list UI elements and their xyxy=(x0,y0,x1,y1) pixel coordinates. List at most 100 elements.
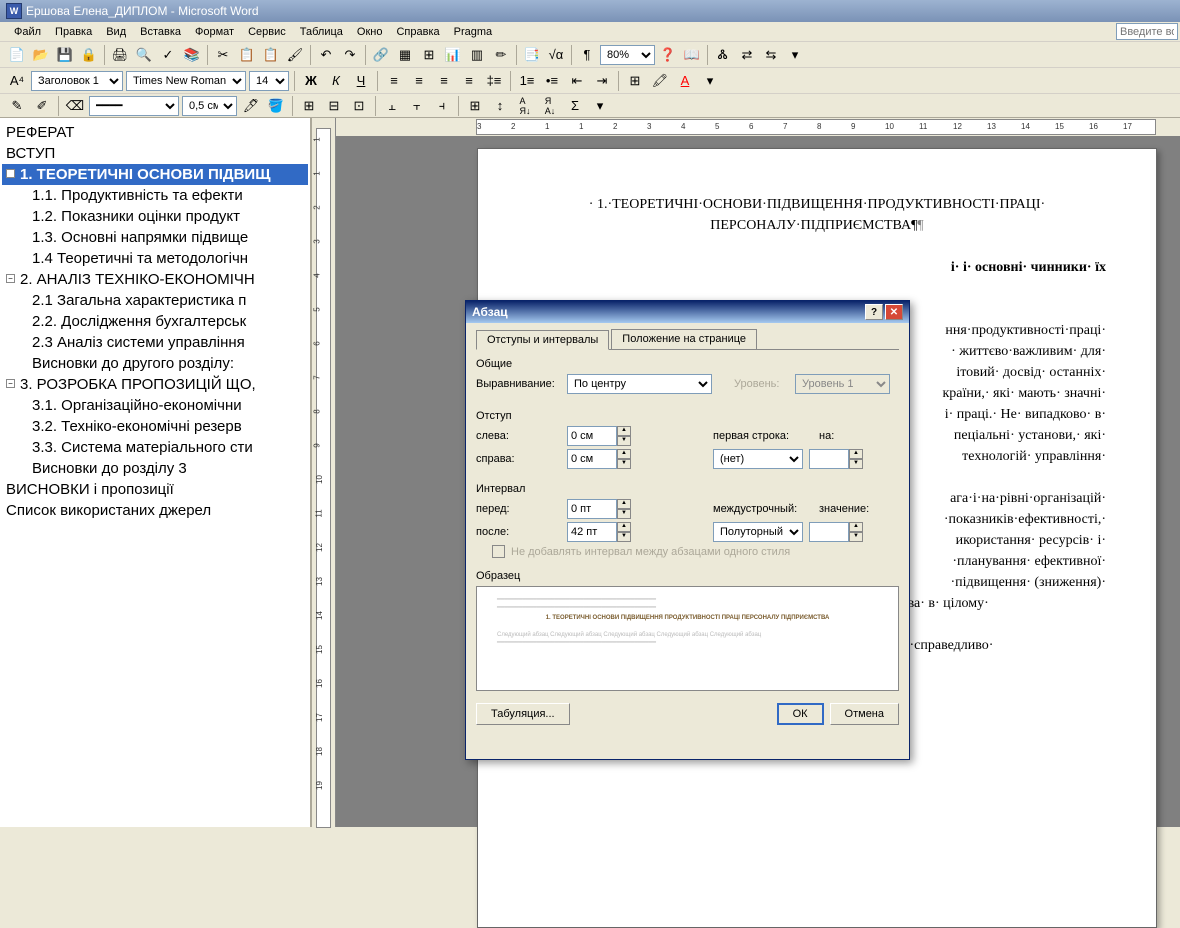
open-icon[interactable]: 📂 xyxy=(30,44,52,66)
spin-up-icon[interactable]: ▲ xyxy=(617,522,631,532)
after-input[interactable] xyxy=(567,522,617,542)
align-left-icon[interactable]: ≡ xyxy=(383,70,405,92)
menu-tools[interactable]: Сервис xyxy=(242,24,292,40)
italic-icon[interactable]: К xyxy=(325,70,347,92)
distribute-rows-icon[interactable]: ⫟ xyxy=(406,95,428,117)
bullets-icon[interactable]: •≡ xyxy=(541,70,563,92)
dialog-help-icon[interactable]: ? xyxy=(865,304,883,320)
indent-left-input[interactable] xyxy=(567,426,617,446)
menu-window[interactable]: Окно xyxy=(351,24,389,40)
help-search-input[interactable] xyxy=(1116,23,1178,40)
spin-down-icon[interactable]: ▼ xyxy=(617,459,631,469)
firstline-combo[interactable]: (нет) xyxy=(713,449,803,469)
line-style-combo[interactable]: ━━━━ xyxy=(89,96,179,116)
spin-down-icon[interactable]: ▼ xyxy=(617,436,631,446)
pen-icon[interactable]: ✎ xyxy=(6,95,28,117)
columns-icon[interactable]: ▥ xyxy=(466,44,488,66)
sort-desc-icon[interactable]: ЯА↓ xyxy=(539,95,561,117)
before-input[interactable] xyxy=(567,499,617,519)
distribute-cols-icon[interactable]: ⫞ xyxy=(431,95,453,117)
split-cells-icon[interactable]: ⊡ xyxy=(348,95,370,117)
dialog-titlebar[interactable]: Абзац ? ✕ xyxy=(466,301,909,323)
hyperlink-icon[interactable]: 🔗 xyxy=(370,44,392,66)
vertical-ruler[interactable]: 112345678910111213141516171819 xyxy=(312,118,336,827)
drawing-icon[interactable]: ✏ xyxy=(490,44,512,66)
expand-icon[interactable]: − xyxy=(6,379,15,388)
nav-item[interactable]: −2. АНАЛІЗ ТЕХНІКО-ЕКОНОМІЧН xyxy=(2,269,308,290)
numbering-icon[interactable]: 1≡ xyxy=(516,70,538,92)
nav-item[interactable]: ВСТУП xyxy=(2,143,308,164)
nav-item[interactable]: 3.2. Техніко-економічні резерв xyxy=(2,416,308,437)
navigation-pane[interactable]: РЕФЕРАТВСТУП−1. ТЕОРЕТИЧНІ ОСНОВИ ПІДВИЩ… xyxy=(0,118,312,827)
linespace-combo[interactable]: Полуторный xyxy=(713,522,803,542)
research-icon[interactable]: 📚 xyxy=(181,44,203,66)
nav-item[interactable]: 2.2. Дослідження бухгалтерськ xyxy=(2,311,308,332)
spin-down-icon[interactable]: ▼ xyxy=(617,532,631,542)
nav-item[interactable]: Список використаних джерел xyxy=(2,500,308,521)
zoom-combo[interactable]: 80% xyxy=(600,45,655,65)
undo-icon[interactable]: ↶ xyxy=(315,44,337,66)
sort-asc-icon[interactable]: АЯ↓ xyxy=(514,95,536,117)
cut-icon[interactable]: ✂ xyxy=(212,44,234,66)
decrease-indent-icon[interactable]: ⇤ xyxy=(566,70,588,92)
alignment-combo[interactable]: По центру xyxy=(567,374,712,394)
autosum-icon[interactable]: Σ xyxy=(564,95,586,117)
horizontal-ruler[interactable]: 3211234567891011121314151617 xyxy=(476,119,1156,135)
spin-down-icon[interactable]: ▼ xyxy=(849,532,863,542)
copy-icon[interactable]: 📋 xyxy=(236,44,258,66)
align-right-icon[interactable]: ≡ xyxy=(433,70,455,92)
nav-item[interactable]: ВИСНОВКИ і пропозиції xyxy=(2,479,308,500)
align-justify-icon[interactable]: ≡ xyxy=(458,70,480,92)
nav-item[interactable]: 2.3 Аналіз системи управління xyxy=(2,332,308,353)
menu-edit[interactable]: Правка xyxy=(49,24,98,40)
highlight-icon[interactable]: 🖍 xyxy=(649,70,671,92)
nav-item[interactable]: Висновки до розділу 3 xyxy=(2,458,308,479)
bold-icon[interactable]: Ж xyxy=(300,70,322,92)
nav-item[interactable]: 3.3. Система матеріального сти xyxy=(2,437,308,458)
permission-icon[interactable]: 🔒 xyxy=(78,44,100,66)
menu-pragma[interactable]: Pragma xyxy=(448,24,499,40)
borders-icon[interactable]: ⊞ xyxy=(624,70,646,92)
table-autoformat-icon[interactable]: ⊞ xyxy=(464,95,486,117)
spell-check-icon[interactable]: ✓ xyxy=(157,44,179,66)
underline-icon[interactable]: Ч xyxy=(350,70,372,92)
dropdown3-icon[interactable]: ▾ xyxy=(589,95,611,117)
tabs-button[interactable]: Табуляция... xyxy=(476,703,570,725)
nav-item[interactable]: 1.1. Продуктивність та ефекти xyxy=(2,185,308,206)
font-color-icon[interactable]: A xyxy=(674,70,696,92)
menu-help[interactable]: Справка xyxy=(390,24,445,40)
insert-table2-icon[interactable]: ⊞ xyxy=(298,95,320,117)
linespace-value-input[interactable] xyxy=(809,522,849,542)
nav-item[interactable]: −3. РОЗРОБКА ПРОПОЗИЦІЙ ЩО, xyxy=(2,374,308,395)
ok-button[interactable]: ОК xyxy=(777,703,824,725)
translate2-icon[interactable]: ⇄ xyxy=(736,44,758,66)
menu-table[interactable]: Таблица xyxy=(294,24,349,40)
indent-right-input[interactable] xyxy=(567,449,617,469)
menu-insert[interactable]: Вставка xyxy=(134,24,187,40)
nav-item[interactable]: Висновки до другого розділу: xyxy=(2,353,308,374)
align-center-icon[interactable]: ≡ xyxy=(408,70,430,92)
menu-format[interactable]: Формат xyxy=(189,24,240,40)
eraser-icon[interactable]: ⌫ xyxy=(64,95,86,117)
print-preview-icon[interactable]: 🔍 xyxy=(133,44,155,66)
spin-up-icon[interactable]: ▲ xyxy=(617,499,631,509)
spin-up-icon[interactable]: ▲ xyxy=(617,426,631,436)
spin-down-icon[interactable]: ▼ xyxy=(849,459,863,469)
font-combo[interactable]: Times New Roman xyxy=(126,71,246,91)
format-painter-icon[interactable]: 🖌 xyxy=(284,44,306,66)
expand-icon[interactable]: − xyxy=(6,169,15,178)
line-spacing-icon[interactable]: ‡≡ xyxy=(483,70,505,92)
text-direction-icon[interactable]: ↕ xyxy=(489,95,511,117)
formula-icon[interactable]: √α xyxy=(545,44,567,66)
help-icon[interactable]: ❓ xyxy=(657,44,679,66)
save-icon[interactable]: 💾 xyxy=(54,44,76,66)
fill-color-icon[interactable]: 🪣 xyxy=(265,95,287,117)
spin-up-icon[interactable]: ▲ xyxy=(849,449,863,459)
merge-cells-icon[interactable]: ⊟ xyxy=(323,95,345,117)
increase-indent-icon[interactable]: ⇥ xyxy=(591,70,613,92)
line-width-combo[interactable]: 0,5 см xyxy=(182,96,237,116)
paste-icon[interactable]: 📋 xyxy=(260,44,282,66)
read-mode-icon[interactable]: 📖 xyxy=(681,44,703,66)
dropdown2-icon[interactable]: ▾ xyxy=(699,70,721,92)
translate3-icon[interactable]: ⇆ xyxy=(760,44,782,66)
